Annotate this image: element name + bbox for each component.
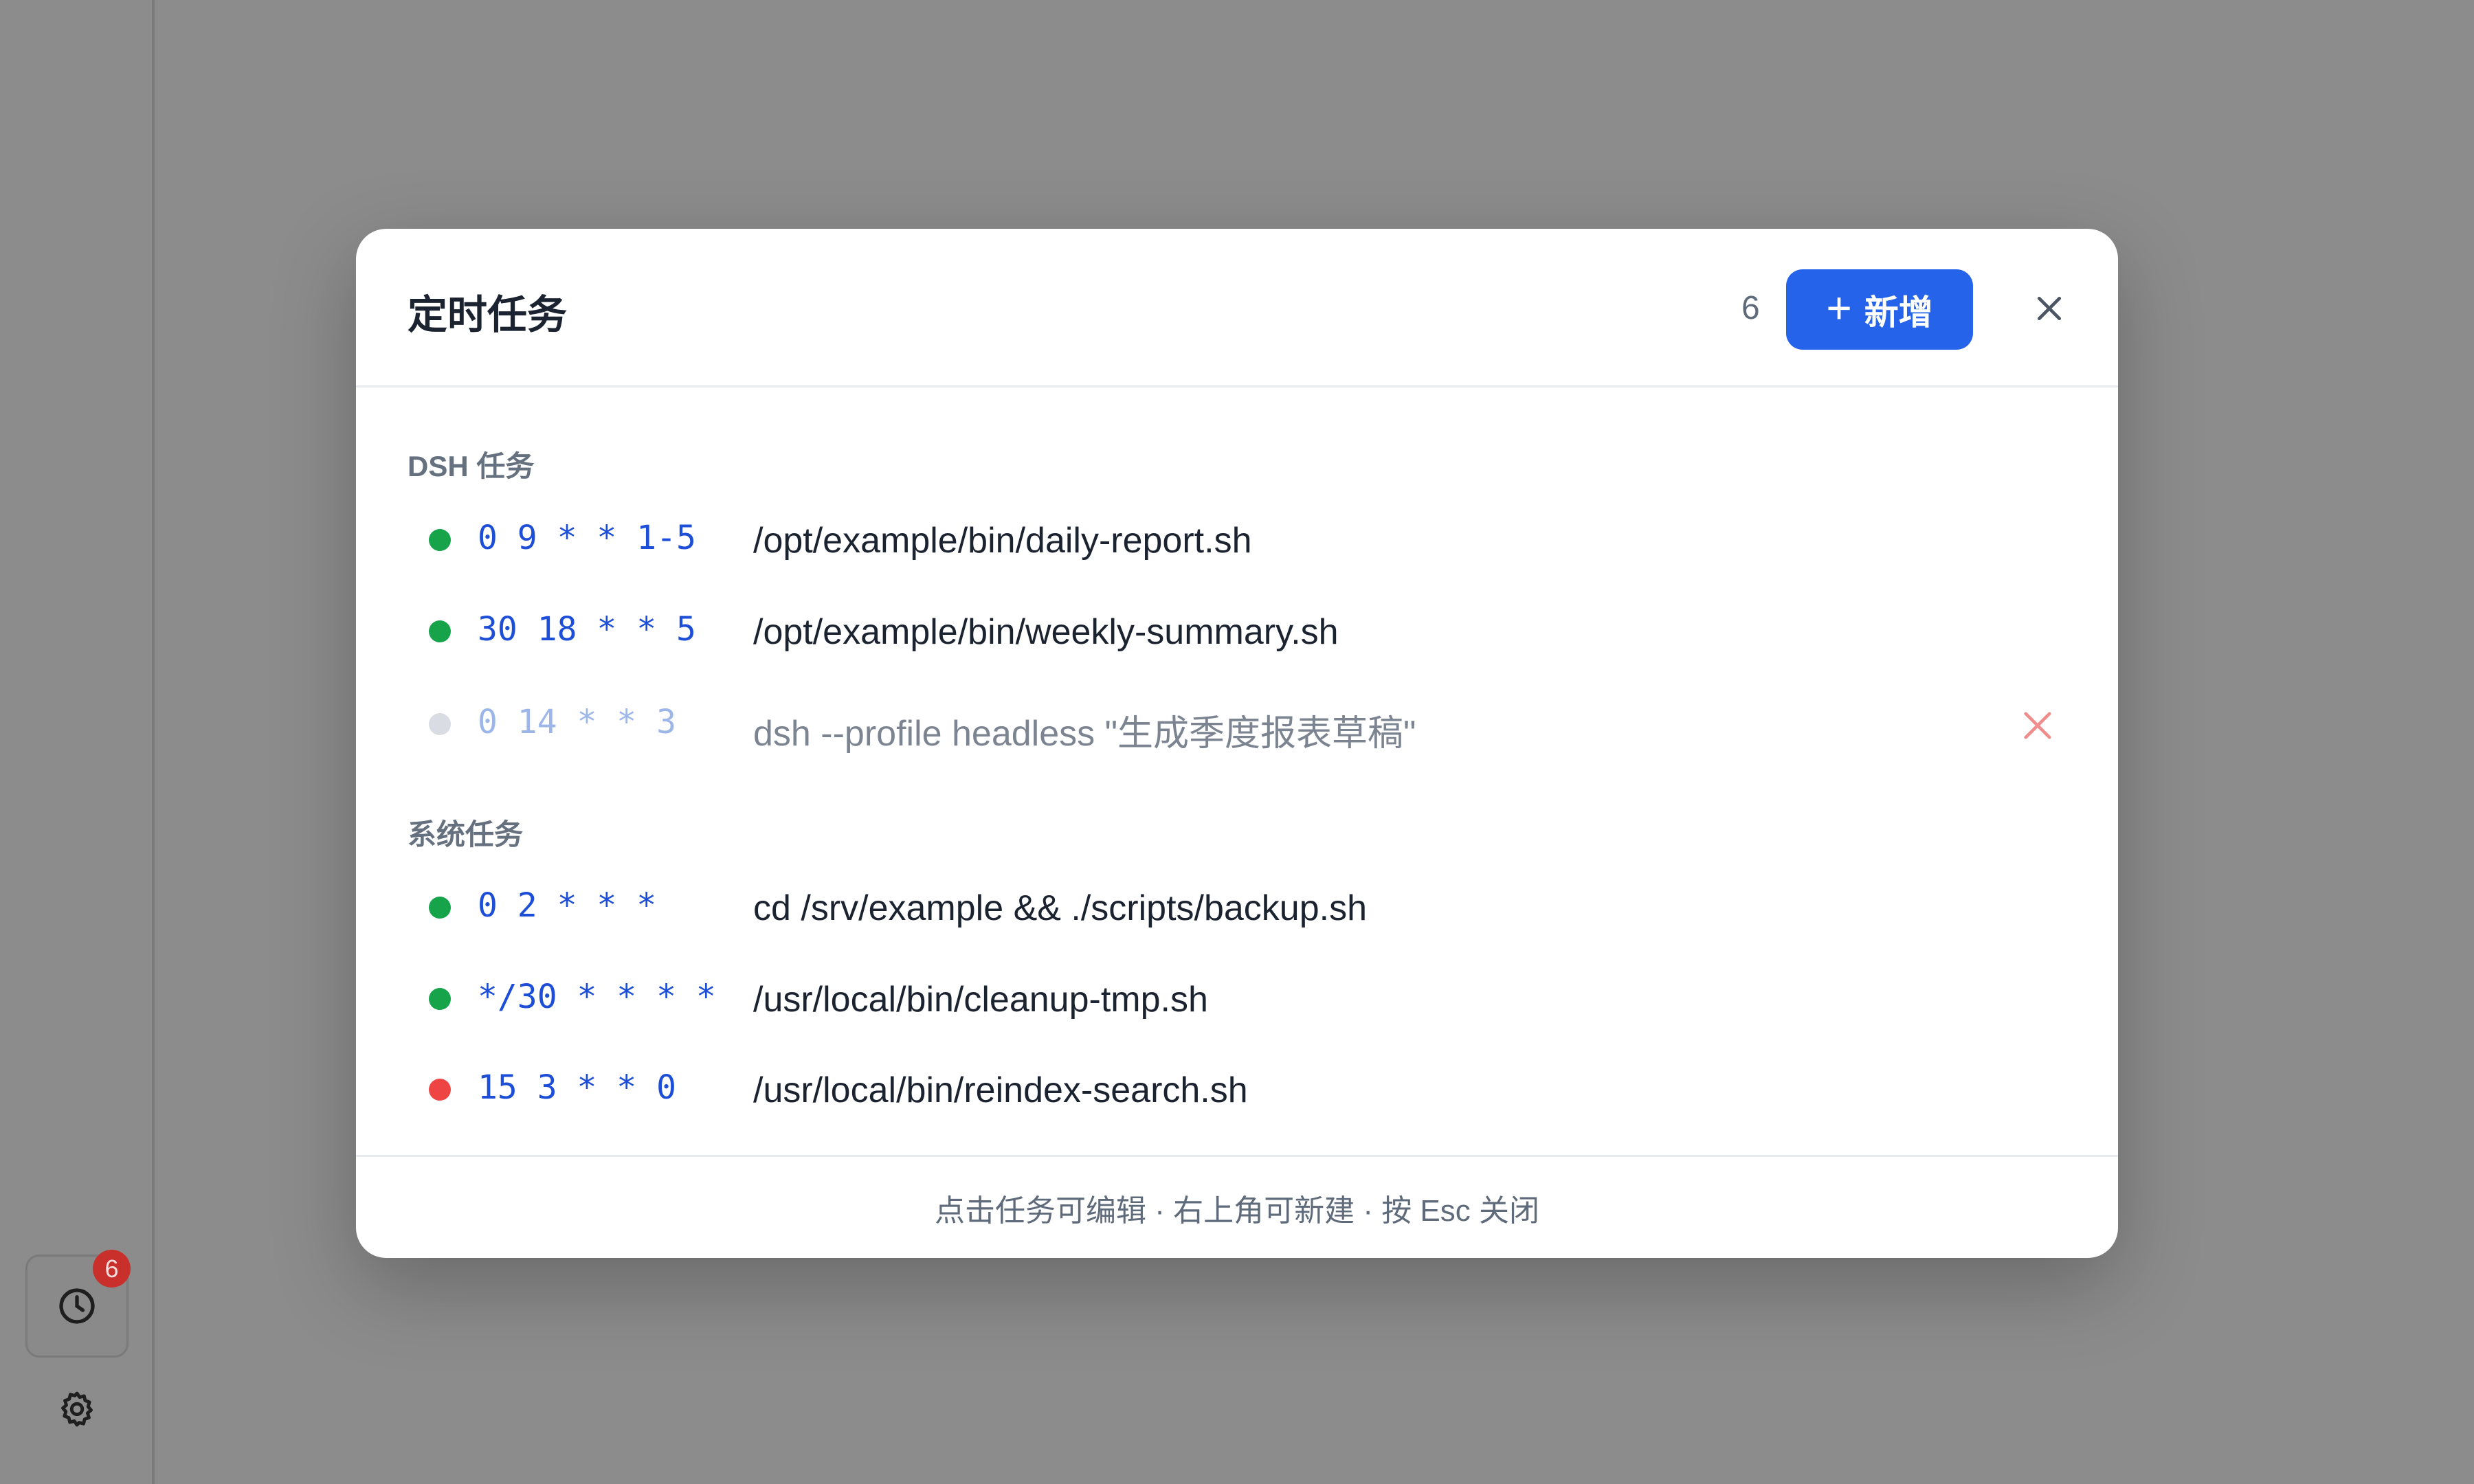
close-icon: [2024, 712, 2051, 739]
gear-icon[interactable]: [57, 1389, 97, 1429]
task-command: /usr/local/bin/reindex-search.sh: [753, 1070, 1248, 1110]
task-row[interactable]: */30 * * * * /usr/local/bin/cleanup-tmp.…: [356, 963, 2118, 1038]
task-row[interactable]: 15 3 * * 0 /usr/local/bin/reindex-search…: [356, 1053, 2118, 1129]
sidebar: 6: [0, 0, 155, 1484]
cron-expression: */30 * * * *: [478, 978, 716, 1016]
task-row[interactable]: 0 2 * * * cd /srv/example && ./scripts/b…: [356, 871, 2118, 947]
cron-expression: 15 3 * * 0: [478, 1068, 676, 1107]
task-count: 6: [1741, 290, 1760, 326]
delete-task-button[interactable]: [2018, 706, 2058, 745]
section-label-system: 系统任务: [408, 818, 524, 851]
status-dot: [429, 620, 451, 642]
task-command: /opt/example/bin/weekly-summary.sh: [753, 612, 1339, 652]
dialog-title: 定时任务: [408, 293, 568, 337]
task-count-badge: 6: [93, 1250, 131, 1288]
dialog-header: 定时任务 6 + 新增: [356, 229, 2118, 387]
clock-icon: [59, 1288, 95, 1324]
task-command: dsh --profile headless "生成季度报表草稿": [753, 714, 1416, 754]
cron-expression: 30 18 * * 5: [478, 610, 696, 649]
status-dot: [429, 988, 451, 1010]
add-task-label: 新增: [1864, 293, 1933, 332]
close-icon: [2037, 296, 2062, 321]
close-button[interactable]: [2015, 274, 2084, 343]
status-dot: [429, 713, 451, 735]
task-row[interactable]: 0 14 * * 3 dsh --profile headless "生成季度报…: [356, 688, 2118, 763]
task-command: /opt/example/bin/daily-report.sh: [753, 521, 1252, 561]
section-label-dsh: DSH 任务: [408, 450, 535, 482]
status-dot: [429, 897, 451, 919]
cron-expression: 0 14 * * 3: [478, 703, 676, 741]
task-row[interactable]: 30 18 * * 5 /opt/example/bin/weekly-summ…: [356, 595, 2118, 671]
task-command: /usr/local/bin/cleanup-tmp.sh: [753, 980, 1208, 1020]
dialog-footer-hint: 点击任务可编辑 · 右上角可新建 · 按 Esc 关闭: [356, 1155, 2118, 1258]
scheduled-tasks-dialog: 定时任务 6 + 新增 DSH 任务 0 9 * * 1-5 /opt/exam…: [356, 229, 2118, 1258]
cron-expression: 0 9 * * 1-5: [478, 519, 696, 557]
cron-expression: 0 2 * * *: [478, 886, 657, 925]
task-command: cd /srv/example && ./scripts/backup.sh: [753, 888, 1368, 928]
status-dot: [429, 1079, 451, 1101]
task-row[interactable]: 0 9 * * 1-5 /opt/example/bin/daily-repor…: [356, 504, 2118, 579]
add-task-button[interactable]: + 新增: [1786, 269, 1973, 350]
status-dot: [429, 529, 451, 551]
plus-icon: +: [1826, 282, 1852, 333]
